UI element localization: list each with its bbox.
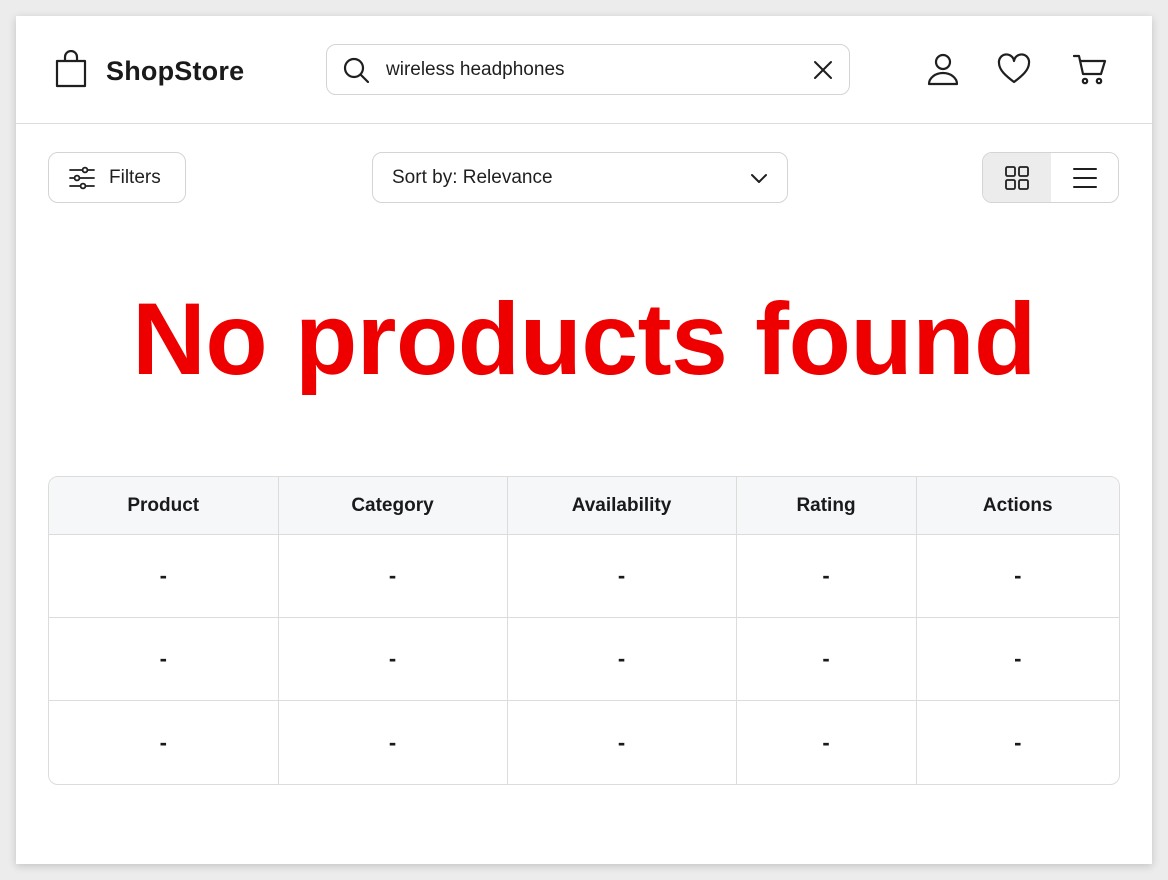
cart-icon[interactable] [1072, 52, 1107, 86]
table-cell: - [507, 617, 737, 701]
search-icon [343, 57, 370, 84]
sort-label: Sort by: Relevance [392, 167, 553, 188]
column-header-rating[interactable]: Rating [736, 477, 917, 535]
list-view-button[interactable] [1051, 153, 1118, 202]
table-cell: - [49, 534, 279, 618]
column-header-category[interactable]: Category [278, 477, 508, 535]
table-row: - - - - - [49, 617, 1119, 701]
table-cell: - [507, 700, 737, 784]
heart-icon[interactable] [997, 52, 1031, 86]
logo[interactable]: ShopStore [54, 49, 245, 93]
brand-name: ShopStore [106, 55, 245, 86]
table-row: - - - - - [49, 534, 1119, 618]
table-cell: - [49, 700, 279, 784]
view-toggle [982, 152, 1119, 203]
filters-button[interactable]: Filters [48, 152, 186, 203]
user-icon[interactable] [926, 52, 960, 86]
table-header-row: Product Category Availability Rating Act… [49, 477, 1119, 535]
search-input[interactable]: wireless headphones [386, 45, 565, 94]
chevron-down-icon [751, 174, 767, 183]
table-cell: - [278, 617, 508, 701]
table-cell: - [1014, 729, 1022, 755]
table-cell: - [507, 534, 737, 618]
table-cell: - [916, 617, 1119, 701]
close-icon[interactable] [813, 60, 833, 80]
table-row: - - - - - [49, 700, 1119, 784]
column-header-product[interactable]: Product [49, 477, 279, 535]
table-cell: - [278, 700, 508, 784]
column-header-actions: Actions [916, 477, 1119, 535]
table-cell: - [916, 534, 1119, 618]
list-icon [1073, 168, 1097, 188]
shopping-bag-icon [54, 49, 88, 93]
sliders-icon [69, 166, 95, 189]
column-header-availability[interactable]: Availability [507, 477, 737, 535]
grid-view-button[interactable] [983, 153, 1051, 202]
search-bar[interactable]: wireless headphones [326, 44, 850, 95]
header: ShopStore wireless headphones [16, 16, 1152, 124]
filters-label: Filters [109, 166, 161, 188]
grid-icon [1005, 166, 1029, 190]
table-cell: - [736, 700, 917, 784]
table-cell: - [49, 617, 279, 701]
sort-dropdown[interactable]: Sort by: Relevance [372, 152, 788, 203]
results-table: Product Category Availability Rating Act… [48, 476, 1120, 785]
table-cell: - [736, 534, 917, 618]
empty-state-message: No products found [132, 282, 1036, 396]
page: ShopStore wireless headphones Filters So… [16, 16, 1152, 864]
table-cell: - [278, 534, 508, 618]
table-cell: - [736, 617, 917, 701]
